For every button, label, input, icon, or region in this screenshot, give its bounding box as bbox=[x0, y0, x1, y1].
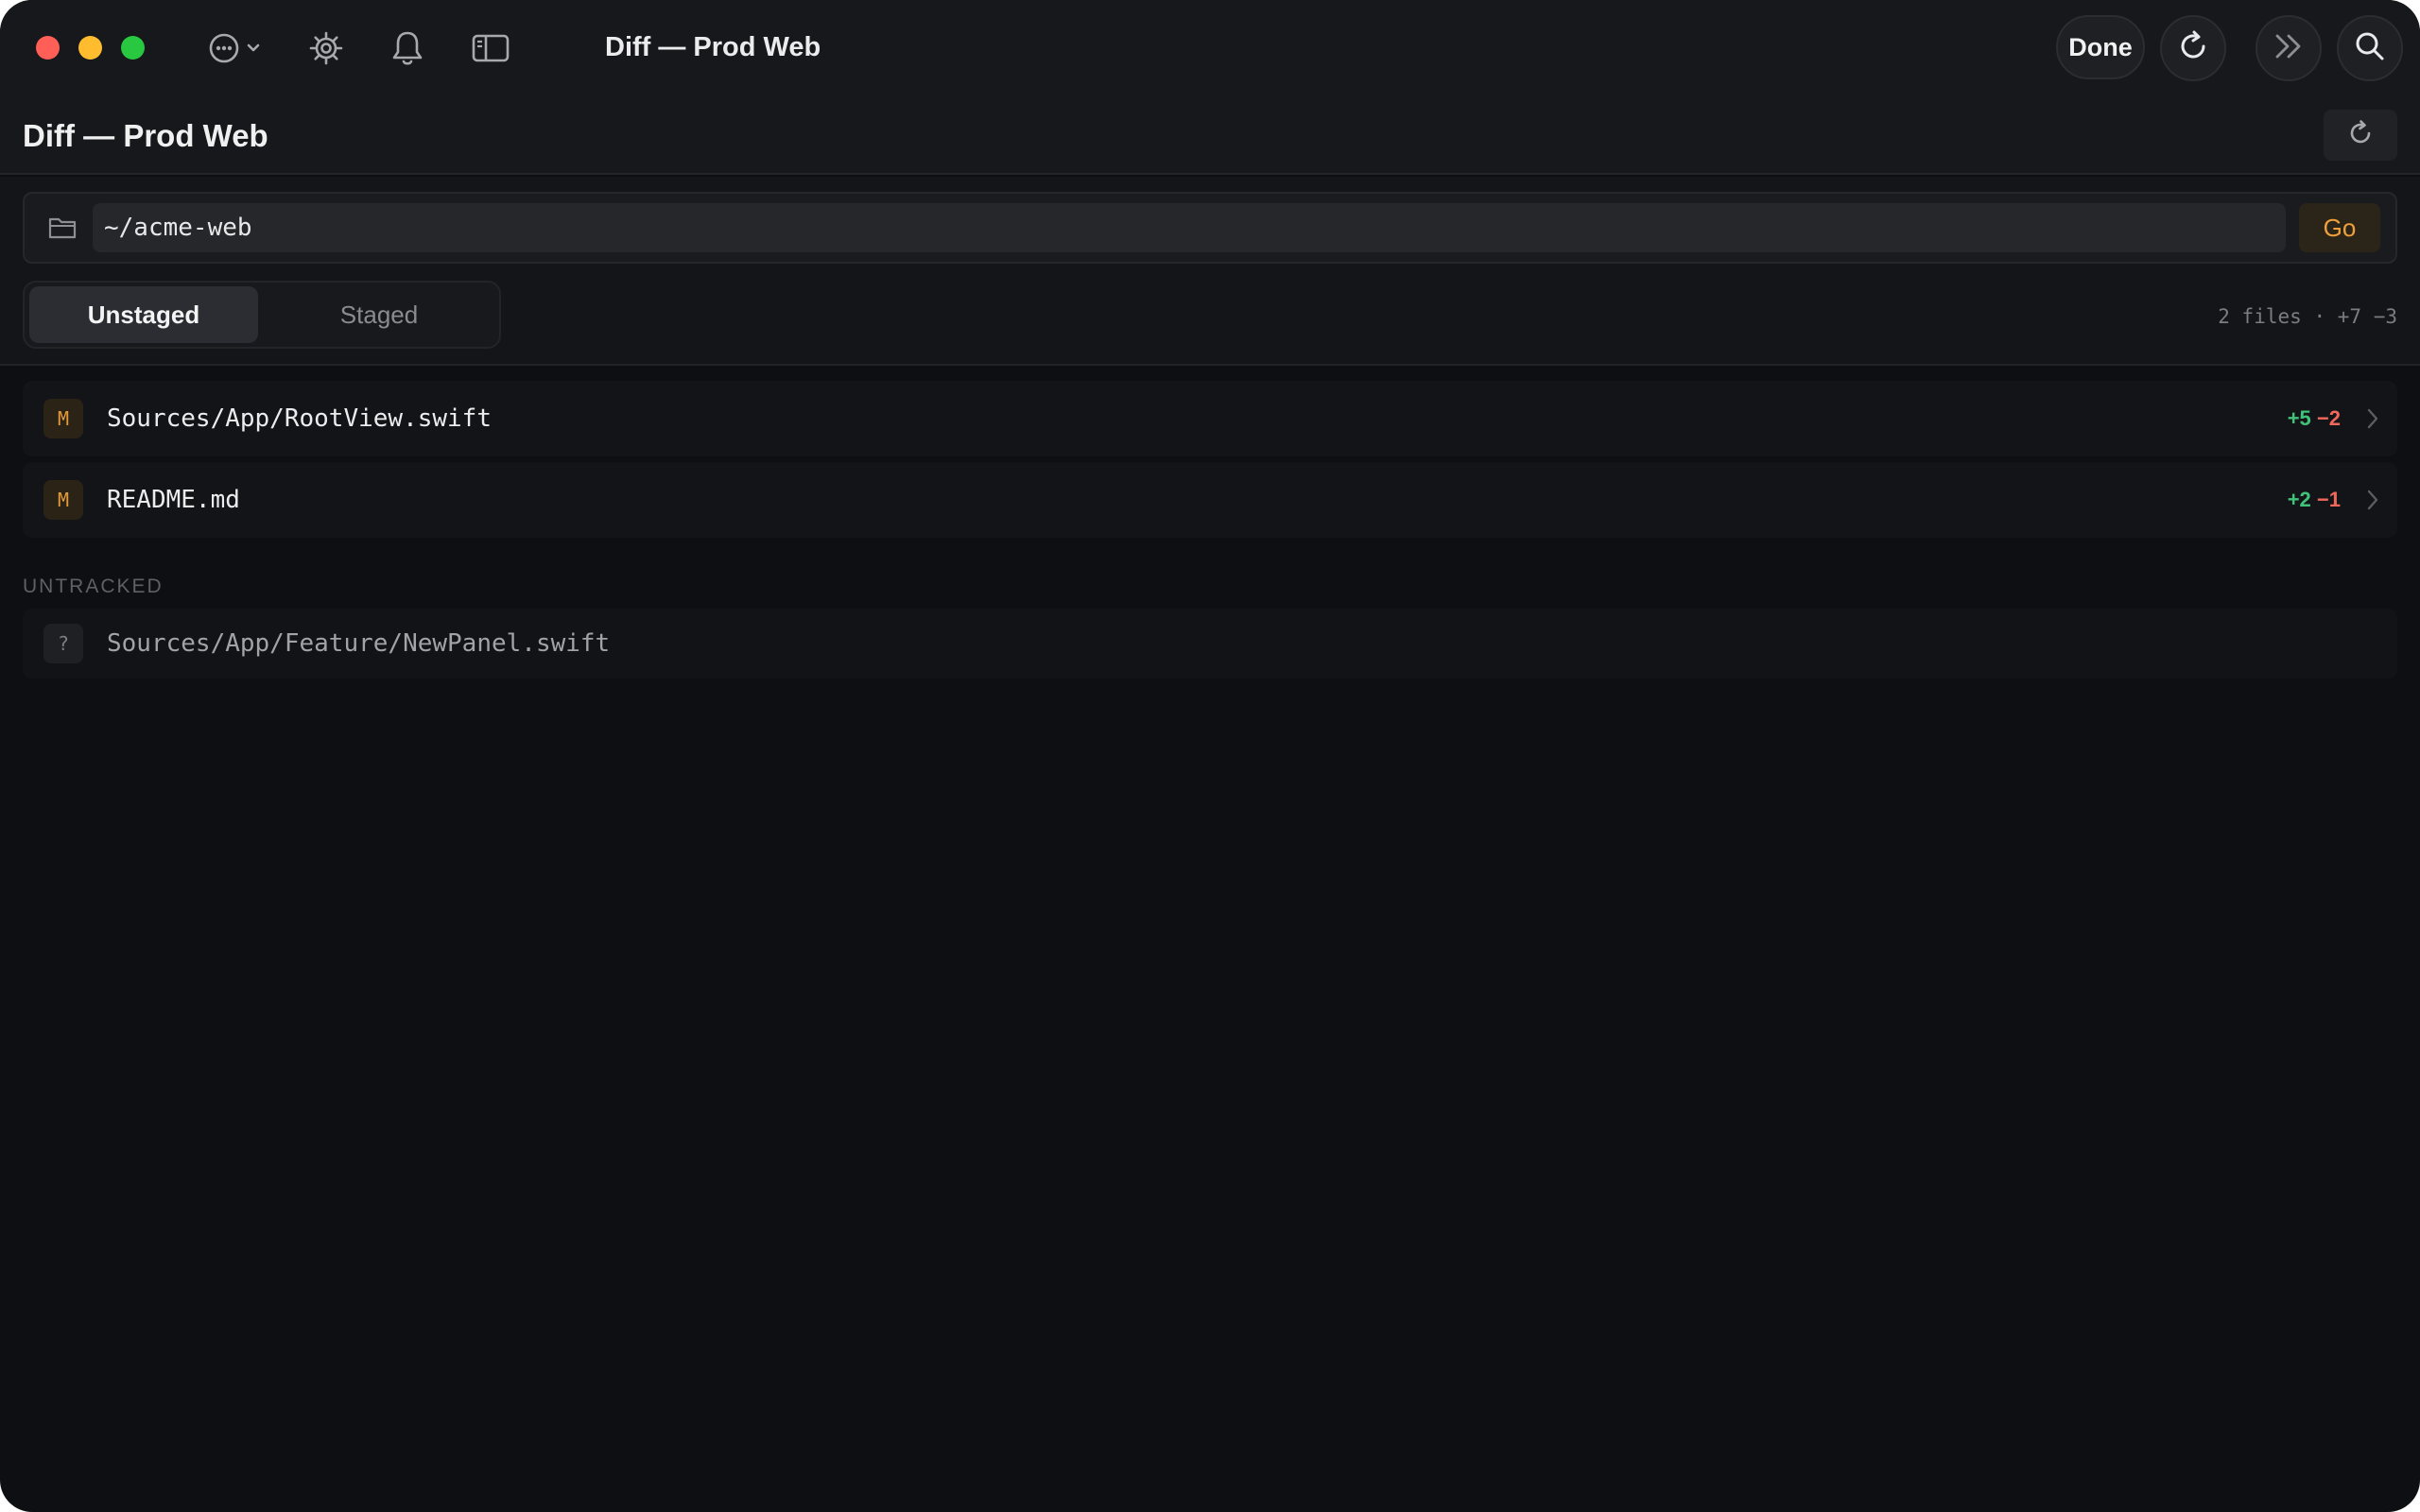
window-title: Diff — Prod Web bbox=[605, 32, 821, 62]
diff-summary: 2 files · +7 −3 bbox=[2218, 303, 2397, 330]
ellipsis-circle-icon bbox=[204, 26, 270, 70]
untracked-badge: ? bbox=[43, 624, 83, 663]
staging-segmented-control: Unstaged Staged bbox=[23, 281, 501, 349]
file-count: 2 files bbox=[2218, 305, 2302, 328]
go-button[interactable]: Go bbox=[2299, 203, 2380, 252]
app-window: Diff — Prod Web Done Diff — Prod Web ~/a… bbox=[0, 0, 2420, 1512]
chevron-right-icon bbox=[2365, 407, 2380, 435]
bell-icon bbox=[389, 28, 426, 68]
total-additions: +7 bbox=[2337, 305, 2362, 328]
zoom-window-button[interactable] bbox=[121, 36, 145, 60]
refresh-icon bbox=[2344, 117, 2377, 154]
gear-icon bbox=[306, 28, 346, 68]
file-path: Sources/App/RootView.swift bbox=[107, 404, 492, 433]
additions-count: +5 bbox=[2287, 406, 2311, 430]
tab-unstaged[interactable]: Unstaged bbox=[29, 286, 258, 343]
toggle-sidebar-button[interactable] bbox=[469, 28, 512, 68]
search-icon bbox=[2351, 27, 2389, 70]
close-window-button[interactable] bbox=[36, 36, 60, 60]
notifications-button[interactable] bbox=[386, 28, 429, 68]
settings-button[interactable] bbox=[304, 28, 348, 68]
refresh-button[interactable] bbox=[2160, 15, 2226, 81]
untracked-section-heading: UNTRACKED bbox=[23, 576, 164, 597]
folder-icon bbox=[47, 215, 78, 246]
repository-toolbar: Go Unstaged Staged 2 files · +7 −3 bbox=[0, 177, 2420, 366]
refresh-icon bbox=[2174, 27, 2212, 70]
page-title: Diff — Prod Web bbox=[23, 118, 268, 153]
file-path: Sources/App/Feature/NewPanel.swift bbox=[107, 629, 611, 658]
line-stats: +5 −2 bbox=[2288, 404, 2341, 433]
tab-staged[interactable]: Staged bbox=[263, 286, 495, 343]
minimize-window-button[interactable] bbox=[78, 36, 102, 60]
chevron-right-icon bbox=[2365, 489, 2380, 516]
deletions-count: −2 bbox=[2316, 406, 2341, 430]
done-button[interactable]: Done bbox=[2056, 15, 2145, 79]
modified-badge: M bbox=[43, 399, 83, 438]
additions-count: +2 bbox=[2287, 488, 2311, 511]
deletions-count: −1 bbox=[2316, 488, 2341, 511]
line-stats: +2 −1 bbox=[2288, 486, 2341, 514]
title-bar: Diff — Prod Web Done bbox=[0, 0, 2420, 96]
repository-path-input[interactable] bbox=[93, 203, 2286, 252]
repository-path-bar: Go bbox=[23, 192, 2397, 264]
summary-separator: · bbox=[2313, 305, 2326, 328]
forward-button[interactable] bbox=[2256, 15, 2322, 81]
chevrons-right-icon bbox=[2270, 27, 2308, 70]
reload-diff-button[interactable] bbox=[2324, 110, 2397, 161]
sidebar-icon bbox=[471, 31, 510, 65]
modified-badge: M bbox=[43, 480, 83, 520]
page-header: Diff — Prod Web bbox=[0, 96, 2420, 175]
search-button[interactable] bbox=[2337, 15, 2403, 81]
more-menu-button[interactable] bbox=[204, 26, 270, 70]
list-item[interactable]: M README.md +2 −1 bbox=[23, 462, 2397, 538]
total-deletions: −3 bbox=[2373, 305, 2397, 328]
list-item[interactable]: ? Sources/App/Feature/NewPanel.swift bbox=[23, 609, 2397, 679]
file-path: README.md bbox=[107, 486, 240, 514]
list-item[interactable]: M Sources/App/RootView.swift +5 −2 bbox=[23, 381, 2397, 456]
